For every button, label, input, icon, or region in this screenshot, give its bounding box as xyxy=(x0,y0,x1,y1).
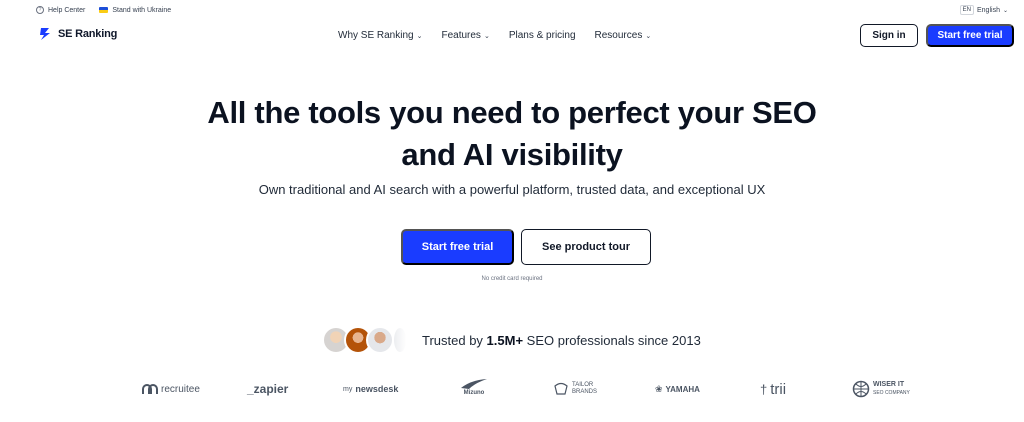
yamaha-text: YAMAHA xyxy=(665,384,700,394)
trii-text: trii xyxy=(770,380,787,398)
nav-features-label: Features xyxy=(441,30,481,41)
recruitee-logo: recruitee xyxy=(142,378,200,400)
chevron-down-icon: ⌄ xyxy=(416,32,423,40)
hero-title-line-2: and AI visibility xyxy=(401,137,623,172)
trusted-suffix: SEO professionals since 2013 xyxy=(523,333,701,348)
chevron-down-icon: ⌄ xyxy=(483,32,490,40)
recruitee-text: recruitee xyxy=(161,383,200,395)
mynewsdesk-logo: my newsdesk xyxy=(343,378,398,400)
hero-title: All the tools you need to perfect your S… xyxy=(0,92,1024,176)
wiser-it-text: WISER IT xyxy=(873,381,905,388)
user-avatars xyxy=(322,326,412,356)
zapier-logo: _zapier xyxy=(247,378,288,400)
se-ranking-logo-icon xyxy=(40,28,50,40)
trusted-by-text: Trusted by 1.5M+ SEO professionals since… xyxy=(422,333,701,348)
tailor-brands-logo: TAILOR BRANDS xyxy=(553,378,597,400)
nav-resources-label: Resources xyxy=(594,30,643,41)
help-center-label: Help Center xyxy=(48,6,86,14)
client-logos: recruitee _zapier my newsdesk Mizuno TAIL… xyxy=(0,378,1024,400)
brands-text: BRANDS xyxy=(572,389,598,395)
mizuno-runbird-icon xyxy=(461,379,487,389)
nav-why-se-ranking[interactable]: Why SE Ranking ⌄ xyxy=(338,30,422,41)
brand-name: SE Ranking xyxy=(58,28,118,40)
main-navbar: SE Ranking Why SE Ranking ⌄ Features ⌄ P… xyxy=(0,22,1024,50)
nav-plans-pricing-label: Plans & pricing xyxy=(508,30,576,41)
hero-title-line-1: All the tools you need to perfect your S… xyxy=(207,95,817,130)
nav-why-se-ranking-label: Why SE Ranking xyxy=(338,30,414,41)
question-circle-icon: ? xyxy=(36,6,44,14)
mynewsdesk-text: newsdesk xyxy=(355,384,399,394)
nav-features[interactable]: Features ⌄ xyxy=(441,30,489,41)
see-product-tour-button[interactable]: See product tour xyxy=(521,229,651,265)
yamaha-tuning-fork-icon: ❀ xyxy=(655,383,663,394)
yamaha-logo: ❀ YAMAHA xyxy=(655,378,700,400)
sign-in-button[interactable]: Sign in xyxy=(860,24,918,47)
zapier-text: _zapier xyxy=(247,382,289,396)
primary-nav: Why SE Ranking ⌄ Features ⌄ Plans & pric… xyxy=(338,30,651,41)
recruitee-mark-icon xyxy=(142,384,158,394)
ukraine-flag-icon xyxy=(99,7,109,13)
nav-resources[interactable]: Resources ⌄ xyxy=(595,30,652,41)
help-center-link[interactable]: ? Help Center xyxy=(36,6,85,14)
tailor-brands-mark-icon xyxy=(554,382,568,395)
hero-subtitle: Own traditional and AI search with a pow… xyxy=(258,182,766,197)
tailor-brands-wordmark: TAILOR BRANDS xyxy=(572,382,597,396)
start-free-trial-button[interactable]: Start free trial xyxy=(401,229,514,265)
chevron-down-icon: ⌄ xyxy=(1002,7,1008,14)
chevron-down-icon: ⌄ xyxy=(645,32,652,40)
brand-logo-link[interactable]: SE Ranking xyxy=(38,27,117,41)
wiser-it-globe-icon xyxy=(852,380,870,398)
trii-logo: † trii xyxy=(760,378,786,400)
avatar xyxy=(392,326,408,354)
seo-company-text: SEO COMPANY xyxy=(873,390,910,396)
language-selector[interactable]: EN English ⌄ xyxy=(959,5,1008,15)
mizuno-logo: Mizuno xyxy=(459,378,489,400)
stand-with-ukraine-label: Stand with Ukraine xyxy=(112,6,172,14)
wiser-it-logo: WISER IT SEO COMPANY xyxy=(852,378,910,400)
nav-plans-pricing[interactable]: Plans & pricing xyxy=(509,30,576,41)
mynewsdesk-prefix: my xyxy=(343,385,353,393)
utility-bar: ? Help Center Stand with Ukraine EN Engl… xyxy=(0,0,1024,22)
trusted-prefix: Trusted by xyxy=(422,333,487,348)
stand-with-ukraine-link[interactable]: Stand with Ukraine xyxy=(99,7,171,14)
utility-links: ? Help Center Stand with Ukraine xyxy=(36,6,171,14)
wiser-it-wordmark: WISER IT SEO COMPANY xyxy=(873,381,910,397)
trusted-count: 1.5M+ xyxy=(486,333,524,348)
tailor-text: TAILOR xyxy=(572,382,594,388)
no-credit-card-note: No credit card required xyxy=(481,276,543,282)
start-free-trial-nav-button[interactable]: Start free trial xyxy=(926,24,1014,47)
mizuno-text: Mizuno xyxy=(463,390,485,396)
avatar xyxy=(366,326,394,354)
language-code-badge: EN xyxy=(959,5,974,15)
language-label: English xyxy=(977,6,1000,14)
trii-tree-icon: † xyxy=(760,381,768,397)
